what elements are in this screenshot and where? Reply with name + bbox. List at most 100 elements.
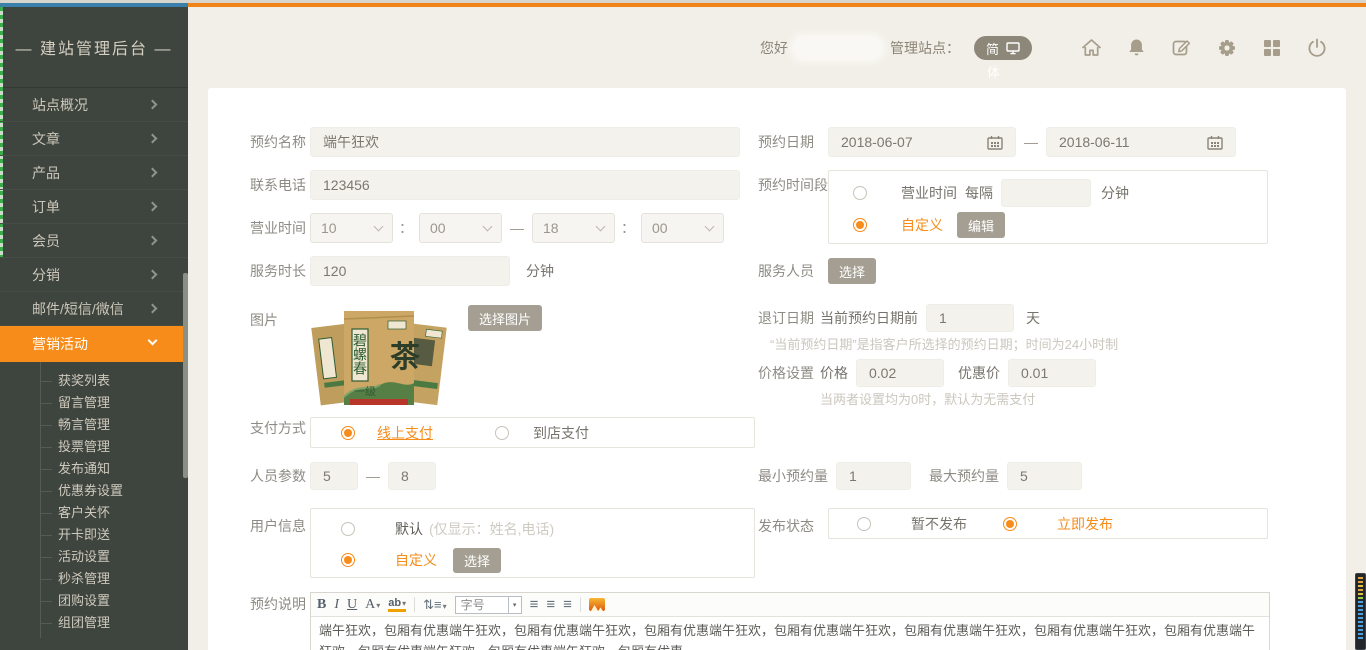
max-booking-label: 最大预约量 xyxy=(929,466,999,486)
contact-phone-input[interactable]: 123456 xyxy=(310,170,740,200)
business-hours-label: 营业时间 xyxy=(250,218,310,238)
sidebar-subitem-award-list[interactable]: 获奖列表 xyxy=(0,370,188,392)
sidebar-item-products[interactable]: 产品 xyxy=(0,156,188,190)
line-height-button[interactable]: ⇅≡▾ xyxy=(423,598,447,611)
product-image[interactable]: 碧螺春 茶 一级 xyxy=(310,305,448,409)
staff-select-button[interactable]: 选择 xyxy=(828,258,876,284)
gear-icon[interactable] xyxy=(1215,37,1238,60)
price-input[interactable]: 0.02 xyxy=(856,359,944,387)
sidebar-subitem-changyan-mgmt[interactable]: 畅言管理 xyxy=(0,414,188,436)
bold-button[interactable]: B xyxy=(317,597,326,613)
sidebar-subitem-seckill-mgmt[interactable]: 秒杀管理 xyxy=(0,568,188,590)
userinfo-default-radio[interactable] xyxy=(341,522,355,536)
sidebar-subitem-card-gift[interactable]: 开卡即送 xyxy=(0,524,188,546)
app-logo: — 建站管理后台 — xyxy=(0,7,188,88)
hours-from-hour-select[interactable]: 10 xyxy=(310,213,393,243)
choose-image-button[interactable]: 选择图片 xyxy=(468,305,542,331)
publish-state-label: 发布状态 xyxy=(758,516,814,536)
topbar: 您好 管理站点： 简 体 xyxy=(760,33,1328,63)
publish-now-option[interactable]: 立即发布 xyxy=(1057,514,1113,534)
underline-button[interactable]: U xyxy=(347,597,357,613)
editor-content[interactable]: 端午狂欢，包厢有优惠端午狂欢，包厢有优惠端午狂欢，包厢有优惠端午狂欢，包厢有优惠… xyxy=(311,617,1269,650)
userinfo-custom-radio[interactable] xyxy=(341,553,355,567)
sidebar-scrollbar[interactable] xyxy=(183,273,188,478)
publish-later-radio[interactable] xyxy=(857,517,871,531)
publish-later-option[interactable]: 暂不发布 xyxy=(911,514,967,534)
refund-days-input[interactable]: 1 xyxy=(926,304,1014,332)
payment-instore-radio[interactable] xyxy=(495,426,509,440)
timeslot-business-hours-radio[interactable] xyxy=(853,186,867,200)
align-left-button[interactable]: ≡ xyxy=(530,597,539,612)
monitor-icon xyxy=(1006,42,1020,55)
date-to-input[interactable]: 2018-06-11 xyxy=(1046,127,1236,157)
service-staff-label: 服务人员 xyxy=(758,261,828,281)
userinfo-custom-option[interactable]: 自定义 xyxy=(395,550,437,570)
chevron-down-icon xyxy=(148,336,158,346)
date-from-input[interactable]: 2018-06-07 xyxy=(828,127,1016,157)
sidebar-item-distribution[interactable]: 分销 xyxy=(0,258,188,292)
hours-to-minute-select[interactable]: 00 xyxy=(641,213,724,243)
hours-from-minute-select[interactable]: 00 xyxy=(419,213,502,243)
userinfo-select-button[interactable]: 选择 xyxy=(453,548,501,573)
font-color-button[interactable]: A▾ xyxy=(365,597,380,613)
align-center-button[interactable]: ≡ xyxy=(546,597,555,612)
calendar-icon[interactable] xyxy=(987,135,1003,150)
userinfo-default-option[interactable]: 默认 xyxy=(395,519,423,539)
hours-to-hour-select[interactable]: 18 xyxy=(532,213,615,243)
timeslot-business-hours-option[interactable]: 营业时间 xyxy=(901,183,957,203)
sidebar-item-orders[interactable]: 订单 xyxy=(0,190,188,224)
align-right-button[interactable]: ≡ xyxy=(563,597,572,612)
payment-online-option[interactable]: 线上支付 xyxy=(377,423,433,443)
publish-now-radio[interactable] xyxy=(1003,517,1017,531)
italic-button[interactable]: I xyxy=(334,597,339,613)
edit-icon[interactable] xyxy=(1170,37,1193,60)
sidebar-subitem-group-mgmt[interactable]: 组团管理 xyxy=(0,612,188,634)
max-booking-input[interactable]: 5 xyxy=(1007,462,1082,490)
timeslot-custom-radio[interactable] xyxy=(853,218,867,232)
sidebar-subitem-customer-care[interactable]: 客户关怀 xyxy=(0,502,188,524)
sidebar-item-marketing[interactable]: 营销活动 xyxy=(0,326,188,362)
booking-name-input[interactable]: 端午狂欢 xyxy=(310,127,740,157)
user-info-options-box: 默认 (仅显示：姓名,电话) 自定义 选择 xyxy=(310,508,755,578)
sidebar-subitem-activity-settings[interactable]: 活动设置 xyxy=(0,546,188,568)
payment-instore-option[interactable]: 到店支付 xyxy=(533,423,589,443)
bell-icon[interactable] xyxy=(1125,37,1148,60)
discount-price-input[interactable]: 0.01 xyxy=(1008,359,1096,387)
sidebar-subitem-publish-notice[interactable]: 发布通知 xyxy=(0,458,188,480)
language-badge[interactable]: 简 体 xyxy=(974,36,1032,60)
booking-name-label: 预约名称 xyxy=(250,132,310,152)
booking-form-panel: 预约名称 端午狂欢 预约日期 2018-06-07 — 2018-06-11 联… xyxy=(208,88,1346,650)
highlight-button[interactable]: ab▾ xyxy=(388,598,406,612)
service-duration-input[interactable]: 120 xyxy=(310,256,510,286)
min-booking-input[interactable]: 1 xyxy=(836,462,911,490)
refund-note: “当前预约日期”是指客户所选择的预约日期；时间为24小时制 xyxy=(770,334,1118,353)
sidebar-item-articles[interactable]: 文章 xyxy=(0,122,188,156)
people-min-input[interactable]: 5 xyxy=(310,462,358,490)
insert-image-button[interactable] xyxy=(589,598,605,611)
sidebar-subitem-message-mgmt[interactable]: 留言管理 xyxy=(0,392,188,414)
timeslot-edit-button[interactable]: 编辑 xyxy=(957,212,1005,238)
timeslot-interval-input[interactable] xyxy=(1001,179,1091,207)
calendar-icon[interactable] xyxy=(1207,135,1223,150)
caret-down-icon: ▾ xyxy=(402,599,406,608)
people-max-input[interactable]: 8 xyxy=(388,462,436,490)
chevron-right-icon xyxy=(148,202,158,212)
chevron-right-icon xyxy=(148,134,158,144)
sidebar-item-mail-sms-wechat[interactable]: 邮件/短信/微信 xyxy=(0,292,188,326)
sidebar-item-site-overview[interactable]: 站点概况 xyxy=(0,88,188,122)
sidebar-subitem-groupbuy-settings[interactable]: 团购设置 xyxy=(0,590,188,612)
page-scrollbar[interactable] xyxy=(1355,573,1366,650)
sidebar-item-members[interactable]: 会员 xyxy=(0,224,188,258)
date-range-dash: — xyxy=(1016,134,1046,150)
toolbar-divider xyxy=(414,597,415,612)
sidebar: — 建站管理后台 — 站点概况 文章 产品 订单 会员 分销 邮件/短信/微信 … xyxy=(0,7,188,650)
payment-online-radio[interactable] xyxy=(341,426,355,440)
home-icon[interactable] xyxy=(1080,37,1103,60)
font-size-select[interactable]: 字号 ▾ xyxy=(455,596,522,614)
sidebar-subitem-coupon-settings[interactable]: 优惠券设置 xyxy=(0,480,188,502)
timeslot-interval-label: 每隔 xyxy=(965,183,993,203)
sidebar-subitem-vote-mgmt[interactable]: 投票管理 xyxy=(0,436,188,458)
power-icon[interactable] xyxy=(1305,37,1328,60)
grid-icon[interactable] xyxy=(1260,37,1283,60)
timeslot-custom-option[interactable]: 自定义 xyxy=(901,215,943,235)
